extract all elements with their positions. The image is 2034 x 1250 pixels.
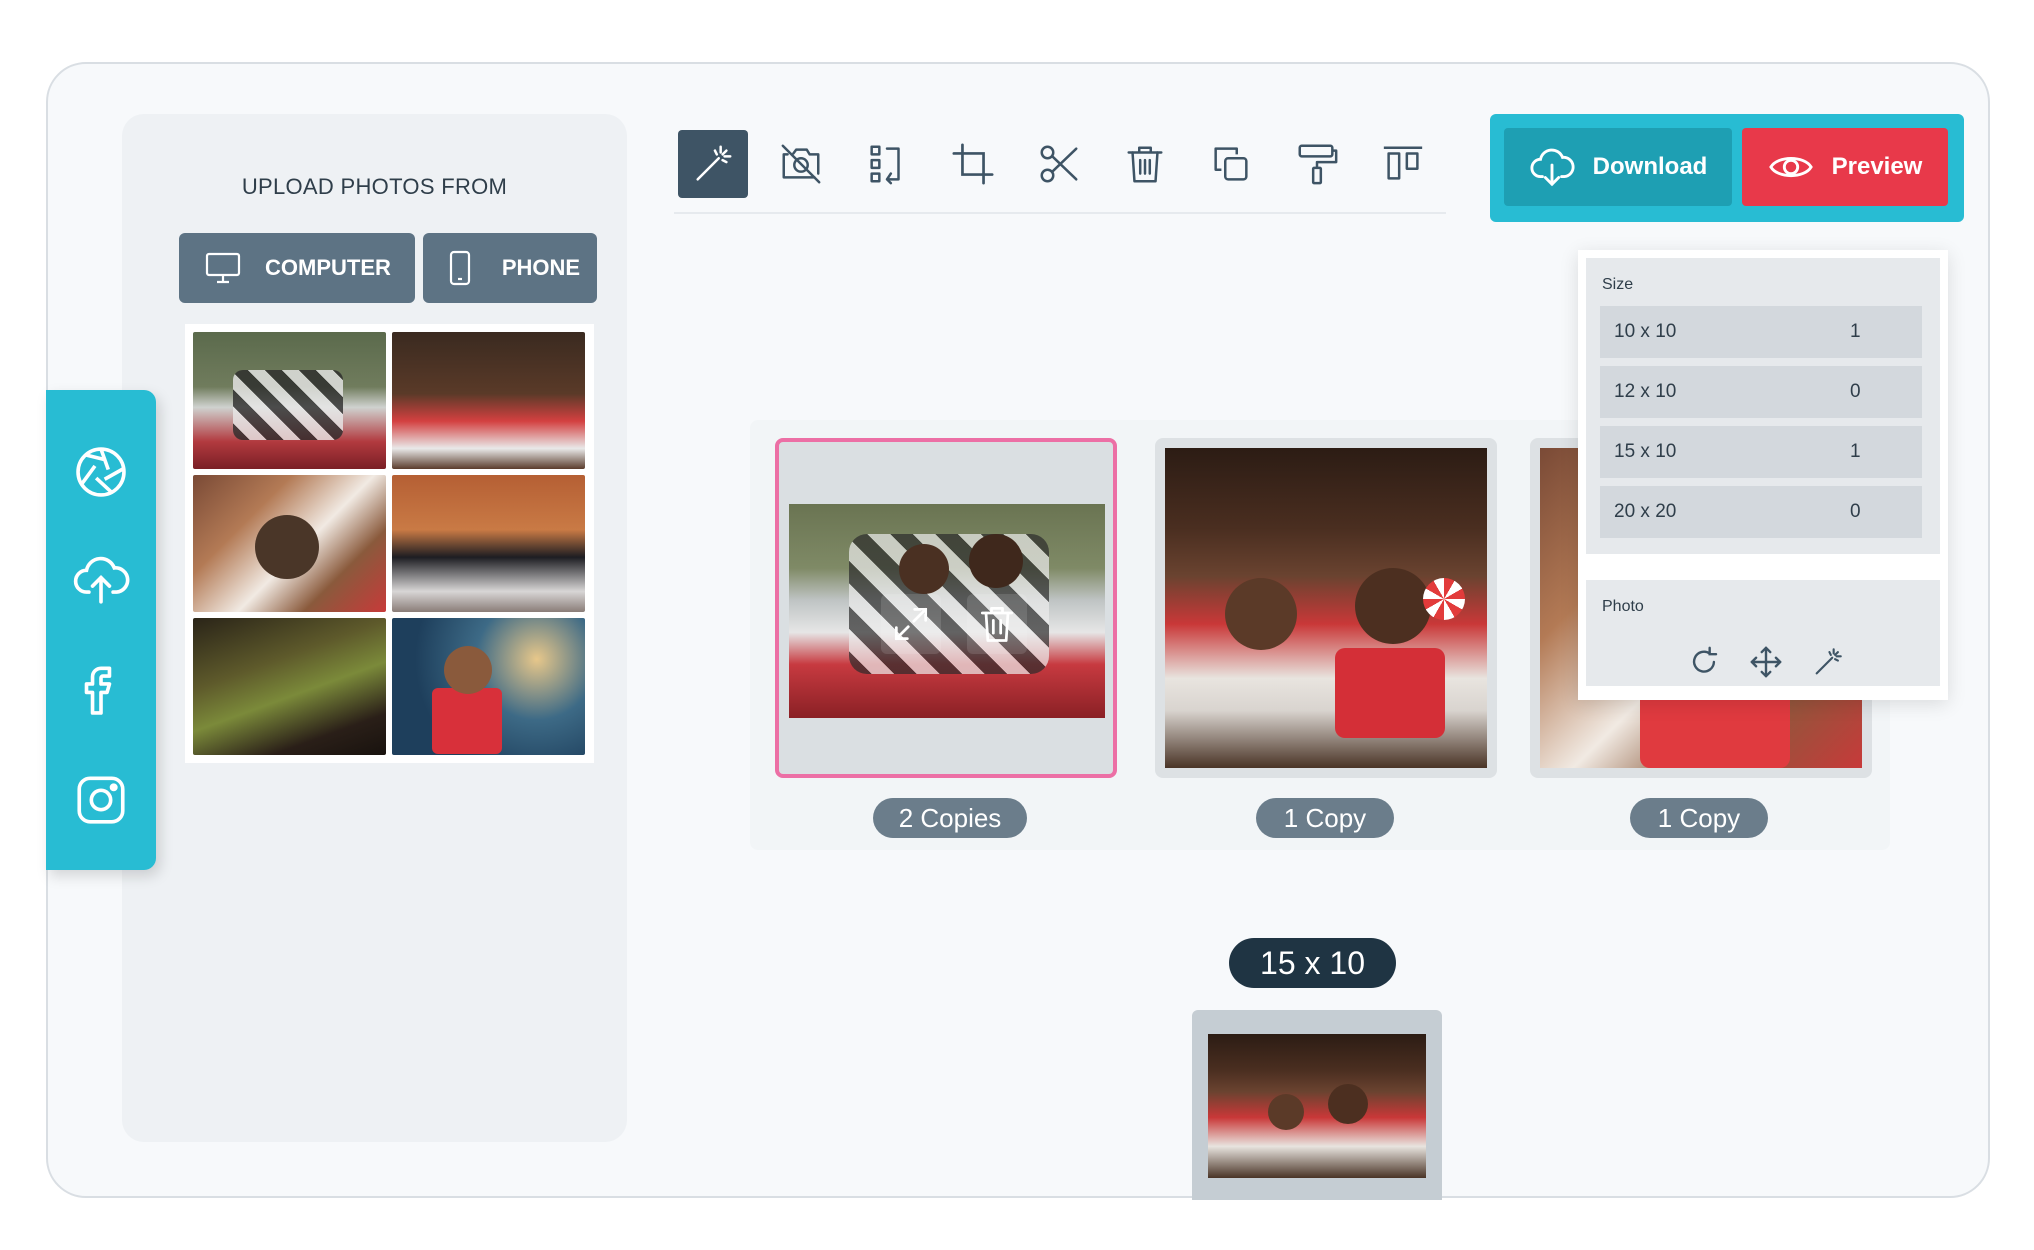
delete-photo-button[interactable] bbox=[967, 594, 1027, 654]
phone-icon bbox=[449, 250, 470, 286]
upload-title: UPLOAD PHOTOS FROM bbox=[241, 174, 508, 199]
photo-label: Photo bbox=[1602, 598, 1644, 615]
no-photo-icon bbox=[781, 144, 821, 184]
photo-thumbnail[interactable] bbox=[392, 332, 585, 469]
edit-toolbar bbox=[674, 124, 1446, 214]
photo-section: Photo bbox=[1586, 580, 1940, 686]
size-name: 20 x 20 bbox=[1614, 501, 1677, 522]
size-section: Size 10 x 10 1 12 x 10 0 15 x 10 1 20 x … bbox=[1586, 258, 1940, 554]
upload-panel: UPLOAD PHOTOS FROM COMPUTER PHONE bbox=[122, 114, 627, 1142]
align-top-icon bbox=[1383, 146, 1423, 180]
enhance-photo-button[interactable] bbox=[1808, 642, 1848, 682]
instagram-icon bbox=[77, 776, 125, 824]
trash-icon bbox=[1127, 146, 1163, 183]
cut-button[interactable] bbox=[1024, 130, 1094, 198]
photo-thumbnail[interactable] bbox=[193, 332, 386, 469]
print-photo bbox=[789, 504, 1105, 718]
cloud-download-icon bbox=[1530, 148, 1575, 187]
computer-label: COMPUTER bbox=[265, 255, 391, 280]
photo-thumbnail[interactable] bbox=[193, 618, 386, 755]
paint-roller-icon bbox=[1298, 144, 1338, 185]
size-name: 12 x 10 bbox=[1614, 381, 1677, 402]
copies-badge: 2 Copies bbox=[873, 798, 1027, 838]
eye-icon bbox=[1768, 156, 1813, 178]
size-name: 10 x 10 bbox=[1614, 321, 1677, 342]
crop-icon bbox=[952, 143, 994, 185]
cloud-upload-button[interactable] bbox=[71, 550, 131, 610]
size-row[interactable]: 15 x 10 1 bbox=[1600, 426, 1922, 478]
size-count: 1 bbox=[1850, 321, 1861, 342]
print-card-2[interactable] bbox=[1155, 438, 1497, 778]
size-row[interactable]: 12 x 10 0 bbox=[1600, 366, 1922, 418]
magic-wand-icon bbox=[696, 145, 732, 181]
action-buttons: Download Preview bbox=[1490, 114, 1964, 222]
download-label: Download bbox=[1592, 153, 1708, 180]
size-preview-photo bbox=[1208, 1034, 1426, 1178]
rotate-icon bbox=[1692, 646, 1718, 673]
phone-label: PHONE bbox=[501, 255, 581, 280]
size-count: 0 bbox=[1850, 381, 1861, 402]
facebook-button[interactable] bbox=[71, 660, 131, 720]
copies-badge: 1 Copy bbox=[1630, 798, 1768, 838]
delete-button[interactable] bbox=[1110, 130, 1180, 198]
trash-icon bbox=[980, 607, 1014, 642]
social-source-bar bbox=[46, 390, 156, 870]
size-count: 0 bbox=[1850, 501, 1861, 522]
upload-computer-button[interactable]: COMPUTER bbox=[179, 233, 415, 303]
move-icon bbox=[1750, 646, 1782, 678]
apply-style-button[interactable] bbox=[1282, 130, 1352, 198]
camera-shutter-icon bbox=[76, 447, 126, 497]
expand-button[interactable] bbox=[881, 594, 941, 654]
camera-shutter-button[interactable] bbox=[71, 442, 131, 502]
size-preview-card[interactable] bbox=[1192, 1010, 1442, 1200]
photo-thumbnail[interactable] bbox=[392, 618, 585, 755]
magic-wand-icon bbox=[1815, 648, 1842, 675]
remove-photo-button[interactable] bbox=[766, 130, 836, 198]
monitor-icon bbox=[205, 252, 241, 284]
copies-badge: 1 Copy bbox=[1256, 798, 1394, 838]
size-popup: Size 10 x 10 1 12 x 10 0 15 x 10 1 20 x … bbox=[1578, 250, 1948, 700]
rotate-button[interactable] bbox=[1684, 642, 1724, 682]
facebook-icon bbox=[84, 666, 112, 715]
enhance-button[interactable] bbox=[678, 130, 748, 198]
instagram-button[interactable] bbox=[71, 770, 131, 830]
uploaded-photos-grid bbox=[185, 324, 594, 763]
print-card-1[interactable] bbox=[775, 438, 1117, 778]
preview-label: Preview bbox=[1831, 153, 1923, 180]
preview-button[interactable]: Preview bbox=[1742, 128, 1948, 206]
duplicate-icon bbox=[1214, 147, 1248, 181]
cloud-upload-icon bbox=[73, 556, 130, 604]
scissors-icon bbox=[1040, 145, 1078, 183]
size-row[interactable]: 10 x 10 1 bbox=[1600, 306, 1922, 358]
size-name: 15 x 10 bbox=[1614, 441, 1677, 462]
expand-icon bbox=[894, 607, 928, 641]
size-row[interactable]: 20 x 20 0 bbox=[1600, 486, 1922, 538]
current-size-badge: 15 x 10 bbox=[1229, 938, 1396, 988]
swap-icon bbox=[870, 145, 900, 185]
photo-thumbnail[interactable] bbox=[193, 475, 386, 612]
swap-photo-button[interactable] bbox=[852, 130, 922, 198]
upload-phone-button[interactable]: PHONE bbox=[423, 233, 597, 303]
duplicate-button[interactable] bbox=[1196, 130, 1266, 198]
download-button[interactable]: Download bbox=[1504, 128, 1732, 206]
size-label: Size bbox=[1602, 276, 1634, 293]
print-photo bbox=[1165, 448, 1487, 768]
align-button[interactable] bbox=[1368, 130, 1438, 198]
photo-thumbnail[interactable] bbox=[392, 475, 585, 612]
size-count: 1 bbox=[1850, 441, 1861, 462]
move-button[interactable] bbox=[1746, 642, 1786, 682]
crop-button[interactable] bbox=[938, 130, 1008, 198]
